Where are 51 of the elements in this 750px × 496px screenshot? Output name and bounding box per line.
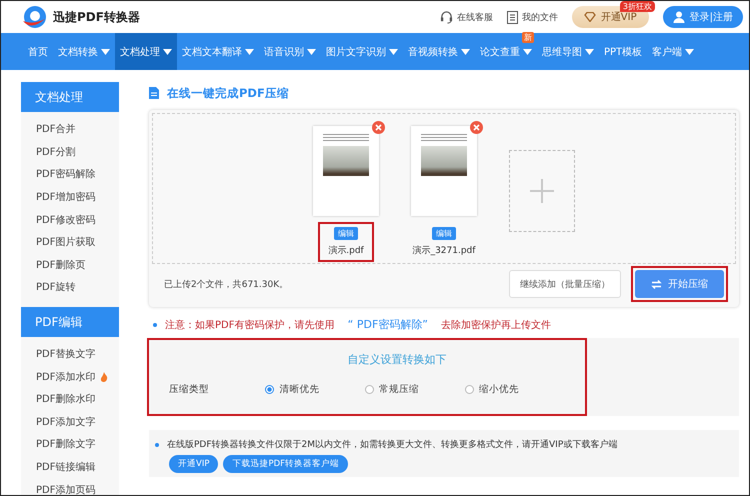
user-icon (672, 11, 685, 23)
headset-icon (440, 10, 453, 24)
sidebar-item[interactable]: PDF增加密码 (36, 186, 119, 208)
swap-icon (651, 278, 662, 290)
plus-icon (530, 179, 554, 203)
sidebar-item[interactable]: PDF删除文字 (36, 433, 119, 456)
section-title: 在线一键完成PDF压缩 (167, 86, 289, 100)
promo-badge: 3折狂欢 (620, 1, 655, 12)
sidebar-item[interactable]: PDF删除页 (36, 254, 119, 276)
sidebar-item[interactable]: PDF旋转 (36, 276, 119, 299)
file-name: 演示_3271.pdf (412, 244, 476, 257)
close-icon[interactable] (372, 121, 385, 134)
photo-placeholder (421, 146, 467, 176)
add-file-tile[interactable] (509, 150, 575, 232)
warning-note: 注意：如果PDF有密码保护，请先使用 “ PDF密码解除” 去除加密保护再上传文件 (165, 317, 552, 332)
top-link[interactable]: 在线客服 (440, 10, 493, 24)
sidebar-item[interactable]: PDF删除水印 (36, 388, 119, 411)
sidebar-item[interactable]: PDF添加文字 (36, 410, 119, 434)
sidebar-item[interactable]: PDF合并 (36, 118, 119, 141)
top-link[interactable]: 我的文件 (506, 10, 558, 24)
compression-type-label: 压缩类型 (169, 383, 210, 396)
radio-option[interactable]: 缩小优先 (465, 383, 565, 396)
document-icon (149, 87, 159, 99)
new-badge: 新 (522, 32, 534, 43)
radio-option[interactable]: 常规压缩 (365, 383, 466, 396)
radio-button[interactable] (265, 385, 274, 394)
diamond-icon (584, 12, 596, 22)
document-icon (506, 10, 518, 24)
upload-status: 已上传2个文件，共671.30K。 (164, 278, 290, 290)
file-name: 演示.pdf (328, 244, 364, 257)
info-text: 在线版PDF转换器转换文件仅限于2M以内文件，如需转换更大文件、转换更多格式文件，请开通VIP或下载客户端 (167, 438, 618, 451)
brand-name[interactable]: 迅捷PDF转换器 (53, 8, 140, 26)
sidebar-item[interactable]: PDF修改密码 (36, 208, 119, 231)
settings-title: 自定义设置转换如下 (346, 352, 448, 367)
sidebar-item[interactable]: PDF添加水印 (36, 365, 119, 388)
sidebar-heading: PDF编辑 (21, 306, 119, 337)
sidebar-item[interactable]: PDF密码解除 (36, 163, 119, 186)
sidebar-item[interactable]: PDF图片获取 (36, 230, 119, 254)
sidebar-item[interactable]: PDF分割 (36, 140, 119, 164)
radio-button[interactable] (365, 385, 374, 394)
radio-button[interactable] (465, 385, 474, 394)
add-more-button[interactable]: 继续添加（批量压缩） (509, 270, 621, 298)
logo-icon (21, 5, 47, 29)
sidebar-heading: 文档处理 (21, 82, 119, 112)
photo-placeholder (323, 146, 369, 176)
sidebar-item[interactable]: PDF链接编辑 (36, 456, 119, 478)
close-icon[interactable] (470, 121, 483, 134)
radio-option[interactable]: 清晰优先 (265, 383, 366, 396)
nav-tab[interactable]: 文档处理 (115, 33, 177, 70)
sidebar-item[interactable]: PDF替换文字 (36, 342, 119, 366)
sidebar-item[interactable]: PDF添加页码 (36, 478, 119, 495)
